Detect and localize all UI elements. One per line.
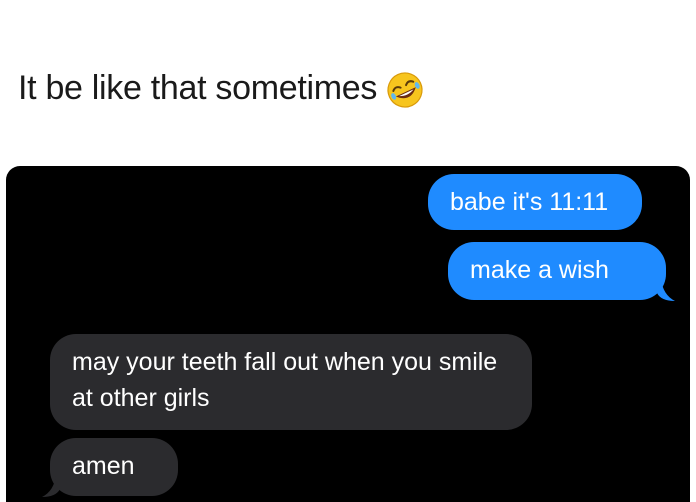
message-text: may your teeth fall out when you smile a… (72, 348, 498, 412)
rolling-laughing-emoji-icon (387, 72, 423, 108)
bubble-tail-icon (657, 279, 675, 301)
message-received: may your teeth fall out when you smile a… (50, 334, 532, 430)
message-sent: babe it's 11:11 (428, 174, 642, 230)
message-text: make a wish (470, 256, 609, 284)
message-received: amen (50, 438, 178, 496)
bubble-tail-icon (42, 475, 60, 497)
caption-text: It be like that sometimes (18, 68, 378, 107)
meme-post: It be like that sometimes babe it's 11:1… (0, 0, 696, 502)
message-text: amen (72, 452, 135, 480)
chat-screenshot: babe it's 11:11 make a wish may your tee… (6, 166, 690, 502)
post-caption: It be like that sometimes (18, 64, 425, 112)
message-sent: make a wish (448, 242, 666, 300)
message-text: babe it's 11:11 (450, 188, 609, 216)
